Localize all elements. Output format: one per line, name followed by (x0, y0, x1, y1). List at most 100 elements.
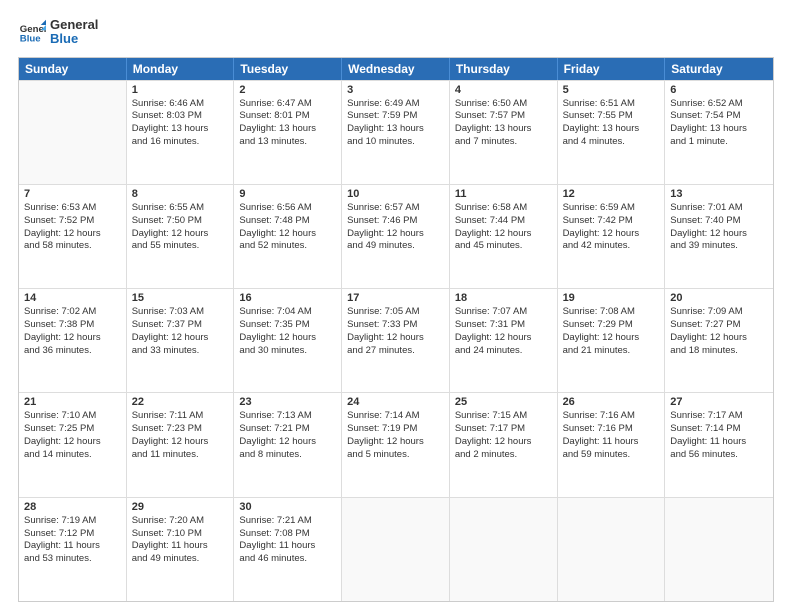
calendar-body: 1Sunrise: 6:46 AMSunset: 8:03 PMDaylight… (19, 80, 773, 601)
cell-line: Daylight: 12 hours (455, 436, 552, 449)
cell-line: Sunset: 7:55 PM (563, 110, 660, 123)
day-cell-empty (19, 81, 127, 184)
cell-line: Daylight: 13 hours (563, 123, 660, 136)
cell-line: and 8 minutes. (239, 449, 336, 462)
cell-line: Sunrise: 7:21 AM (239, 515, 336, 528)
cell-line: Sunset: 7:46 PM (347, 215, 444, 228)
day-header-tuesday: Tuesday (234, 58, 342, 80)
calendar-week-5: 28Sunrise: 7:19 AMSunset: 7:12 PMDayligh… (19, 497, 773, 601)
cell-line: and 7 minutes. (455, 136, 552, 149)
cell-line: Sunrise: 7:01 AM (670, 202, 768, 215)
day-number: 14 (24, 292, 121, 304)
cell-line: Sunrise: 7:14 AM (347, 410, 444, 423)
cell-line: Sunset: 7:16 PM (563, 423, 660, 436)
cell-line: Sunset: 7:21 PM (239, 423, 336, 436)
day-cell-29: 29Sunrise: 7:20 AMSunset: 7:10 PMDayligh… (127, 498, 235, 601)
cell-line: Daylight: 12 hours (670, 332, 768, 345)
day-number: 22 (132, 396, 229, 408)
day-cell-3: 3Sunrise: 6:49 AMSunset: 7:59 PMDaylight… (342, 81, 450, 184)
cell-line: and 5 minutes. (347, 449, 444, 462)
day-cell-28: 28Sunrise: 7:19 AMSunset: 7:12 PMDayligh… (19, 498, 127, 601)
day-cell-23: 23Sunrise: 7:13 AMSunset: 7:21 PMDayligh… (234, 393, 342, 496)
day-cell-empty (665, 498, 773, 601)
cell-line: and 13 minutes. (239, 136, 336, 149)
day-number: 16 (239, 292, 336, 304)
cell-line: and 58 minutes. (24, 240, 121, 253)
day-header-sunday: Sunday (19, 58, 127, 80)
calendar-week-2: 7Sunrise: 6:53 AMSunset: 7:52 PMDaylight… (19, 184, 773, 288)
cell-line: Sunrise: 7:20 AM (132, 515, 229, 528)
cell-line: Daylight: 11 hours (563, 436, 660, 449)
day-number: 21 (24, 396, 121, 408)
cell-line: Sunrise: 6:47 AM (239, 98, 336, 111)
logo: General Blue General Blue (18, 18, 98, 47)
cell-line: and 42 minutes. (563, 240, 660, 253)
cell-line: Sunset: 7:08 PM (239, 528, 336, 541)
cell-line: Sunset: 7:23 PM (132, 423, 229, 436)
cell-line: Daylight: 12 hours (563, 228, 660, 241)
day-number: 23 (239, 396, 336, 408)
cell-line: Daylight: 12 hours (455, 228, 552, 241)
cell-line: Daylight: 12 hours (455, 332, 552, 345)
cell-line: Daylight: 12 hours (239, 332, 336, 345)
cell-line: Sunrise: 7:07 AM (455, 306, 552, 319)
cell-line: Daylight: 11 hours (24, 540, 121, 553)
cell-line: Sunrise: 7:03 AM (132, 306, 229, 319)
cell-line: Sunset: 7:27 PM (670, 319, 768, 332)
day-cell-1: 1Sunrise: 6:46 AMSunset: 8:03 PMDaylight… (127, 81, 235, 184)
day-number: 28 (24, 501, 121, 513)
cell-line: Sunset: 7:48 PM (239, 215, 336, 228)
cell-line: Sunrise: 6:59 AM (563, 202, 660, 215)
day-cell-11: 11Sunrise: 6:58 AMSunset: 7:44 PMDayligh… (450, 185, 558, 288)
cell-line: and 53 minutes. (24, 553, 121, 566)
day-header-monday: Monday (127, 58, 235, 80)
cell-line: Sunrise: 7:02 AM (24, 306, 121, 319)
day-number: 6 (670, 84, 768, 96)
cell-line: Daylight: 11 hours (670, 436, 768, 449)
day-number: 27 (670, 396, 768, 408)
day-cell-25: 25Sunrise: 7:15 AMSunset: 7:17 PMDayligh… (450, 393, 558, 496)
cell-line: Sunset: 7:54 PM (670, 110, 768, 123)
page-header: General Blue General Blue (18, 18, 774, 47)
cell-line: Daylight: 12 hours (132, 436, 229, 449)
day-number: 20 (670, 292, 768, 304)
day-number: 17 (347, 292, 444, 304)
day-number: 5 (563, 84, 660, 96)
cell-line: and 11 minutes. (132, 449, 229, 462)
cell-line: Sunrise: 7:15 AM (455, 410, 552, 423)
day-cell-16: 16 Sunrise: 7:04 AMSunset: 7:35 PMDayligh… (234, 289, 342, 392)
cell-line: Daylight: 13 hours (132, 123, 229, 136)
cell-line: Daylight: 12 hours (132, 332, 229, 345)
day-cell-24: 24Sunrise: 7:14 AMSunset: 7:19 PMDayligh… (342, 393, 450, 496)
cell-line: Sunset: 7:25 PM (24, 423, 121, 436)
svg-text:Blue: Blue (20, 34, 41, 45)
day-cell-21: 21Sunrise: 7:10 AMSunset: 7:25 PMDayligh… (19, 393, 127, 496)
cell-line: Daylight: 12 hours (239, 228, 336, 241)
calendar-week-3: 14Sunrise: 7:02 AMSunset: 7:38 PMDayligh… (19, 288, 773, 392)
cell-line: Sunset: 7:35 PM (239, 319, 336, 332)
cell-line: Sunset: 7:52 PM (24, 215, 121, 228)
cell-line: and 45 minutes. (455, 240, 552, 253)
day-number: 12 (563, 188, 660, 200)
day-cell-8: 8Sunrise: 6:55 AMSunset: 7:50 PMDaylight… (127, 185, 235, 288)
day-number: 30 (239, 501, 336, 513)
cell-line: Daylight: 12 hours (670, 228, 768, 241)
day-cell-empty (342, 498, 450, 601)
day-cell-18: 18Sunrise: 7:07 AMSunset: 7:31 PMDayligh… (450, 289, 558, 392)
day-number: 25 (455, 396, 552, 408)
cell-line: and 1 minute. (670, 136, 768, 149)
cell-line: Sunrise: 6:49 AM (347, 98, 444, 111)
cell-line: and 52 minutes. (239, 240, 336, 253)
day-cell-17: 17Sunrise: 7:05 AMSunset: 7:33 PMDayligh… (342, 289, 450, 392)
cell-line: and 21 minutes. (563, 345, 660, 358)
day-header-thursday: Thursday (450, 58, 558, 80)
day-cell-15: 15Sunrise: 7:03 AMSunset: 7:37 PMDayligh… (127, 289, 235, 392)
cell-line: and 33 minutes. (132, 345, 229, 358)
day-number: 19 (563, 292, 660, 304)
cell-line: Sunrise: 7:17 AM (670, 410, 768, 423)
day-cell-22: 22Sunrise: 7:11 AMSunset: 7:23 PMDayligh… (127, 393, 235, 496)
cell-line: Sunrise: 7:04 AM (239, 306, 336, 319)
day-number: 13 (670, 188, 768, 200)
cell-line: Sunset: 7:14 PM (670, 423, 768, 436)
cell-line: and 46 minutes. (239, 553, 336, 566)
